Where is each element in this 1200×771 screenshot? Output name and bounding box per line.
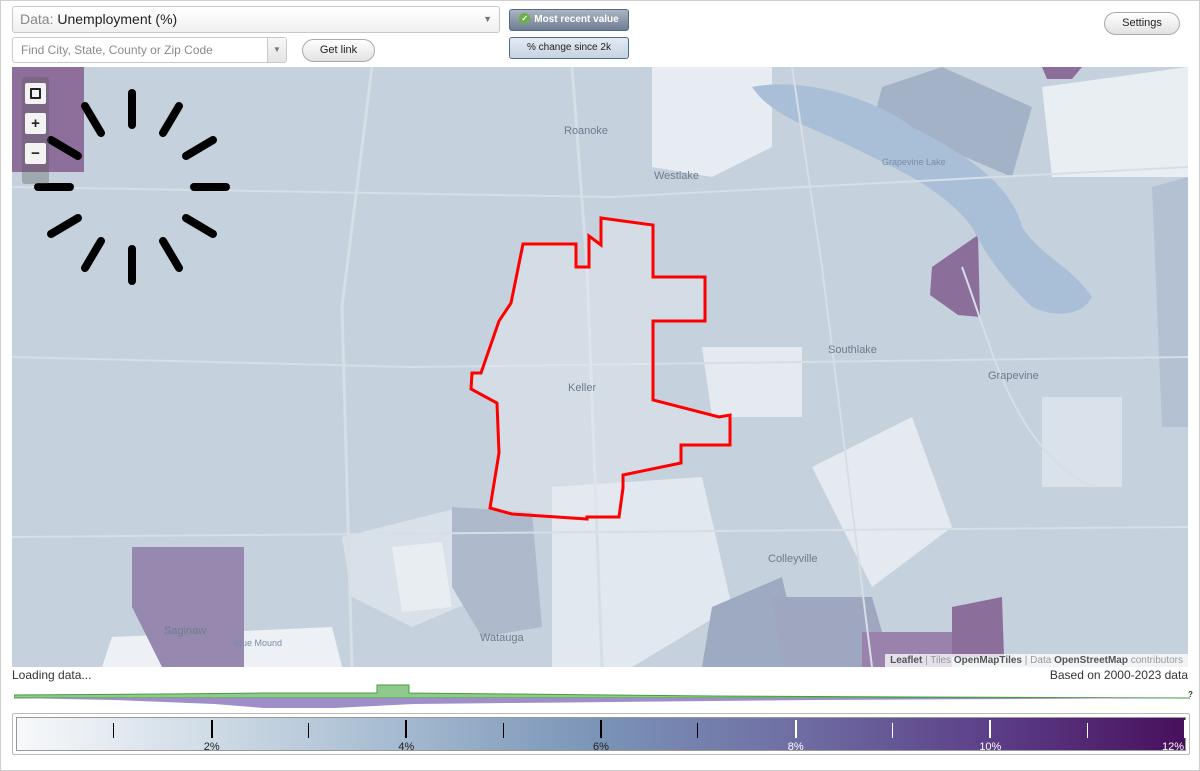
map-attribution: Leaflet | Tiles OpenMapTiles | Data Open…: [885, 654, 1188, 667]
legend-gradient-bar: 2% 4% 6% 8% 10% 12%: [16, 717, 1186, 753]
legend-minor-tick: [502, 723, 504, 738]
legend-major-tick: [405, 720, 408, 738]
openmaptiles-link[interactable]: OpenMapTiles: [954, 655, 1022, 666]
legend-minor-tick: [697, 723, 699, 738]
place-label-roanoke: Roanoke: [564, 125, 609, 137]
legend-major-tick: [989, 720, 992, 738]
place-label-grapevine-lake: Grapevine Lake: [882, 157, 946, 167]
zoom-in-button[interactable]: +: [25, 113, 46, 134]
settings-button[interactable]: Settings: [1104, 12, 1180, 35]
legend-minor-tick: [113, 723, 115, 738]
data-select-value: Unemployment (%): [57, 11, 178, 27]
attribution-suffix: contributors: [1130, 655, 1183, 666]
legend-major-tick: [210, 720, 213, 738]
chevron-down-icon: ▼: [273, 45, 281, 54]
attribution-data-prefix: | Data: [1024, 655, 1052, 666]
legend-major-tick: [794, 720, 797, 738]
most-recent-label: Most recent value: [534, 14, 619, 25]
legend-major-tick: [1184, 720, 1186, 738]
get-link-button[interactable]: Get link: [302, 39, 375, 62]
fullscreen-icon: [30, 88, 41, 99]
data-range-note: Based on 2000-2023 data: [1049, 668, 1188, 682]
place-label-colleyville: Colleyville: [768, 553, 818, 565]
help-icon[interactable]: ?: [1188, 690, 1193, 699]
place-label-southlake: Southlake: [828, 344, 877, 356]
legend-label: 12%: [1161, 741, 1185, 753]
search-dropdown-button[interactable]: ▼: [267, 38, 286, 62]
place-label-grapevine: Grapevine: [988, 370, 1039, 382]
fullscreen-button[interactable]: [25, 83, 46, 104]
zoom-control: + −: [22, 77, 49, 184]
legend-label: 2%: [203, 741, 220, 753]
distribution-histogram: [14, 684, 1190, 708]
legend-label: 6%: [593, 741, 609, 753]
zoom-out-button[interactable]: −: [25, 143, 46, 164]
legend-minor-tick: [308, 723, 309, 738]
legend-label: 10%: [979, 741, 1002, 753]
color-legend: 2% 4% 6% 8% 10% 12%: [12, 713, 1190, 755]
place-label-westlake: Westlake: [654, 170, 700, 182]
data-select-prefix: Data:: [20, 11, 54, 27]
chevron-down-icon: ▼: [483, 14, 492, 24]
loading-status: Loading data...: [12, 668, 92, 682]
openstreetmap-link[interactable]: OpenStreetMap: [1054, 655, 1128, 666]
place-label-watauga: Watauga: [480, 632, 524, 644]
legend-minor-tick: [892, 723, 893, 738]
location-search[interactable]: ▼: [12, 37, 287, 63]
most-recent-value-toggle[interactable]: ✓ Most recent value: [509, 9, 629, 31]
map[interactable]: Roanoke Westlake Grapevine Lake Southlak…: [12, 67, 1188, 667]
legend-minor-tick: [1086, 723, 1088, 738]
legend-major-tick: [600, 720, 602, 738]
place-label-keller: Keller: [568, 382, 597, 394]
legend-label: 8%: [787, 741, 804, 753]
check-icon: ✓: [519, 13, 531, 24]
legend-label: 4%: [398, 741, 415, 753]
data-select[interactable]: Data: Unemployment (%) ▼: [12, 6, 500, 33]
leaflet-link[interactable]: Leaflet: [890, 655, 922, 666]
place-label-saginaw: Saginaw: [164, 625, 207, 637]
attribution-tiles-prefix: | Tiles: [925, 655, 952, 666]
change-since-2k-toggle[interactable]: % change since 2k: [509, 37, 629, 59]
search-input[interactable]: [13, 38, 261, 62]
place-label-blue-mound: Blue Mound: [234, 638, 283, 648]
